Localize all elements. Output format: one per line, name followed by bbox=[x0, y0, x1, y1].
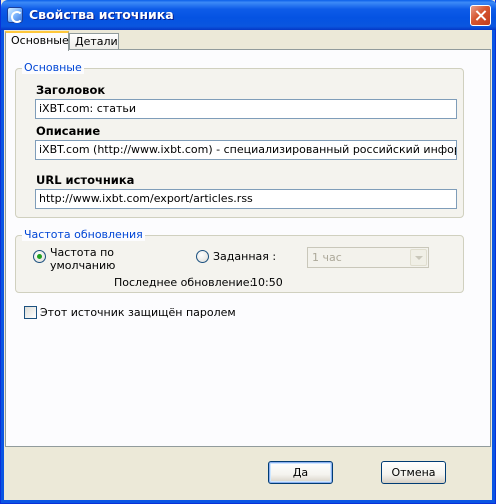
tab-details-label: Детали bbox=[75, 35, 118, 48]
update-groupbox: Частота обновления Частота по умолчанию … bbox=[15, 228, 464, 293]
app-icon bbox=[7, 7, 23, 23]
last-update-value: 10:50 bbox=[251, 276, 283, 289]
url-label: URL источника bbox=[36, 173, 135, 187]
interval-select-value: 1 час bbox=[312, 251, 342, 264]
main-group-legend: Основные bbox=[22, 61, 84, 74]
password-checkbox[interactable] bbox=[24, 306, 37, 319]
last-update-label: Последнее обновление: bbox=[114, 276, 254, 289]
custom-frequency-radio[interactable] bbox=[196, 250, 209, 263]
cancel-button[interactable]: Отмена bbox=[381, 461, 446, 484]
default-frequency-label-line1: Частота по bbox=[50, 246, 115, 259]
default-frequency-label-line2: умолчанию bbox=[50, 259, 116, 272]
chevron-down-icon[interactable] bbox=[410, 249, 427, 266]
tab-panel-general: Основные Заголовок iXBT.com: статьи Опис… bbox=[5, 49, 491, 447]
main-groupbox: Основные Заголовок iXBT.com: статьи Опис… bbox=[15, 61, 464, 218]
url-field[interactable]: http://www.ixbt.com/export/articles.rss bbox=[35, 189, 457, 209]
password-checkbox-label: Этот источник защищён паролем bbox=[40, 306, 236, 319]
interval-select[interactable]: 1 час bbox=[307, 247, 429, 268]
tab-general[interactable]: Основные bbox=[5, 31, 69, 51]
description-field[interactable]: iXBT.com (http://www.ixbt.com) - специал… bbox=[35, 140, 457, 160]
tab-details[interactable]: Детали bbox=[69, 33, 119, 50]
close-button[interactable] bbox=[470, 5, 491, 26]
ok-button[interactable]: Да bbox=[268, 461, 333, 484]
title-label: Заголовок bbox=[36, 83, 106, 97]
description-label: Описание bbox=[36, 124, 101, 138]
title-field[interactable]: iXBT.com: статьи bbox=[35, 99, 457, 119]
default-frequency-radio[interactable] bbox=[33, 250, 46, 263]
dialog-window: Свойства источника Основные Детали Основ… bbox=[0, 0, 496, 504]
title-bar[interactable]: Свойства источника bbox=[1, 0, 496, 30]
update-group-legend: Частота обновления bbox=[22, 228, 145, 241]
tab-general-label: Основные bbox=[11, 34, 69, 47]
custom-frequency-label: Заданная : bbox=[213, 250, 277, 263]
window-title: Свойства источника bbox=[29, 7, 174, 22]
